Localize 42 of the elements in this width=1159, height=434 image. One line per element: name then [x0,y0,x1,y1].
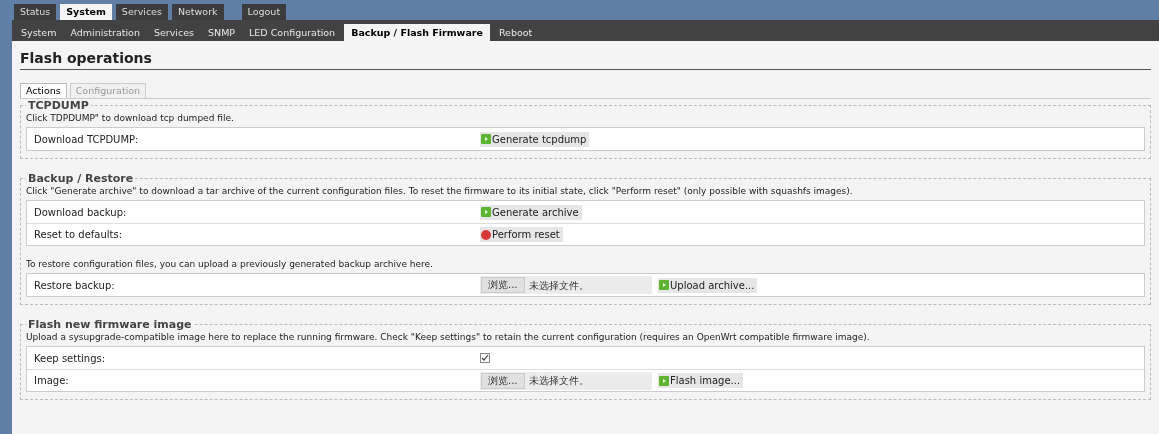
stop-icon [481,229,491,240]
section-note: To restore configuration files, you can upload a previously generated backup archive here. [26,258,434,270]
section-description: Click TDPDUMP" to download tcp dumped file. [26,112,235,124]
play-icon [481,207,491,217]
play-icon [659,280,669,290]
nav-tab[interactable]: System [60,4,112,20]
file-input[interactable]: 浏览... 未选择文件。 [480,276,652,294]
nav-tab[interactable]: Services [115,4,168,20]
action-button[interactable]: Upload archive... [658,277,758,293]
section-tab[interactable]: Actions [20,83,67,98]
section-description: Upload a sysupgrade-compatible image here to replace the running firmware. Check "Keep settings" to retain the current configuration (requires an OpenWrt compatible firmware image). [26,331,871,343]
action-button[interactable]: Flash image... [658,373,744,388]
field-label: Reset to defaults: [34,228,124,242]
subnav-tab[interactable]: LED Configuration [244,24,341,41]
field-label: Restore backup: [34,278,116,293]
play-icon [481,134,491,144]
page-title: Flash operations [20,49,1151,70]
nav-tab[interactable]: Logout [241,4,287,20]
field-label: Image: [34,374,70,388]
action-button[interactable]: Perform reset [480,227,563,242]
action-button[interactable]: Generate tcpdump [480,131,590,147]
checkbox[interactable] [480,353,490,363]
file-status: 未选择文件。 [528,374,589,388]
section-title: TCPDUMP [27,99,90,112]
action-button[interactable]: Generate archive [480,204,582,220]
nav-tab[interactable]: Network [171,4,224,20]
play-icon [659,375,669,386]
field-label: Keep settings: [34,351,107,366]
subnav-tab[interactable]: Reboot [493,24,538,41]
section-title: Backup / Restore [27,172,135,185]
subnav-tab[interactable]: SNMP [203,24,241,41]
field-label: Download TCPDUMP: [34,132,140,147]
field-label: Download backup: [34,205,128,220]
subnav-tab[interactable]: Backup / Flash Firmware [344,24,490,41]
nav-tab[interactable]: Status [14,4,57,20]
subnav-tab[interactable]: System [16,24,62,41]
file-status: 未选择文件。 [528,278,589,293]
section-title: Flash new firmware image [27,318,193,331]
subnav-tab[interactable]: Administration [65,24,145,41]
subnav-tab[interactable]: Services [148,24,199,41]
section-description: Click "Generate archive" to download a tar archive of the current configuration files. To reset the firmware to its initial state, click "Perform reset" (only possible with squashfs images). [26,185,854,197]
file-input[interactable]: 浏览... 未选择文件。 [480,371,652,390]
